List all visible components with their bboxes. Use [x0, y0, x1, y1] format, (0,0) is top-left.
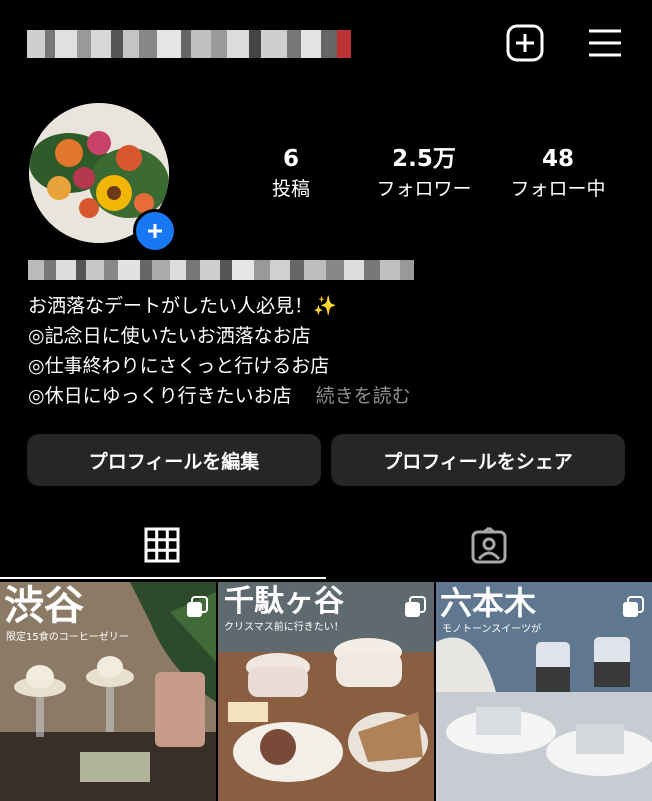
followers-count: 2.5万 [392, 146, 456, 172]
tagged-person-icon [471, 526, 507, 564]
post-title: 渋谷 [4, 583, 84, 629]
following-label: フォロー中 [510, 178, 606, 200]
add-story-button[interactable] [133, 209, 177, 253]
menu-button[interactable] [586, 24, 624, 62]
posts-label: 投稿 [271, 178, 310, 200]
tab-tagged[interactable] [470, 526, 508, 569]
posts-stat[interactable]: 6 投稿 [231, 145, 351, 203]
bio-line: ◎休日にゆっくり行きたいお店 [28, 385, 292, 407]
multiple-images-icon [405, 596, 426, 617]
share-profile-button[interactable]: プロフィールをシェア [331, 434, 625, 486]
multiple-images-icon [187, 596, 208, 617]
bio-line: お洒落なデートがしたい人必見！✨ [28, 295, 337, 317]
post-subtitle: 限定15食のコーヒーゼリー [6, 632, 129, 643]
posts-count: 6 [282, 146, 299, 172]
post-thumbnail[interactable]: 六本木 モノトーンスイーツが [436, 582, 652, 801]
plus-square-icon [506, 24, 544, 62]
tab-grid[interactable] [144, 527, 180, 567]
display-name-blurred [28, 260, 414, 280]
post-subtitle: クリスマス前に行きたい！ [224, 622, 344, 633]
post-thumbnail[interactable]: 千駄ヶ谷 クリスマス前に行きたい！ [218, 582, 434, 801]
username-blurred[interactable] [27, 30, 351, 58]
grid-icon [144, 527, 180, 563]
multiple-images-icon [623, 596, 644, 617]
bio-line: ◎仕事終わりにさくっと行けるお店 [28, 355, 330, 377]
following-stat[interactable]: 48 フォロー中 [498, 145, 618, 203]
following-count: 48 [541, 146, 574, 172]
followers-label: フォロワー [376, 178, 472, 200]
bio-line: ◎記念日に使いたいお洒落なお店 [28, 325, 311, 347]
read-more-link[interactable]: 続きを読む [316, 385, 411, 407]
active-tab-indicator [0, 577, 326, 579]
plus-icon [148, 224, 162, 238]
hamburger-menu-icon [589, 29, 621, 57]
post-title: 千駄ヶ谷 [224, 584, 344, 619]
followers-stat[interactable]: 2.5万 フォロワー [364, 145, 484, 203]
edit-profile-button[interactable]: プロフィールを編集 [27, 434, 321, 486]
bio: お洒落なデートがしたい人必見！✨ ◎記念日に使いたいお洒落なお店 ◎仕事終わりに… [28, 291, 411, 411]
post-thumbnail[interactable]: 渋谷 限定15食のコーヒーゼリー [0, 582, 216, 801]
post-subtitle: モノトーンスイーツが [442, 624, 542, 635]
new-post-button[interactable] [506, 24, 544, 62]
post-title: 六本木 [440, 584, 537, 622]
